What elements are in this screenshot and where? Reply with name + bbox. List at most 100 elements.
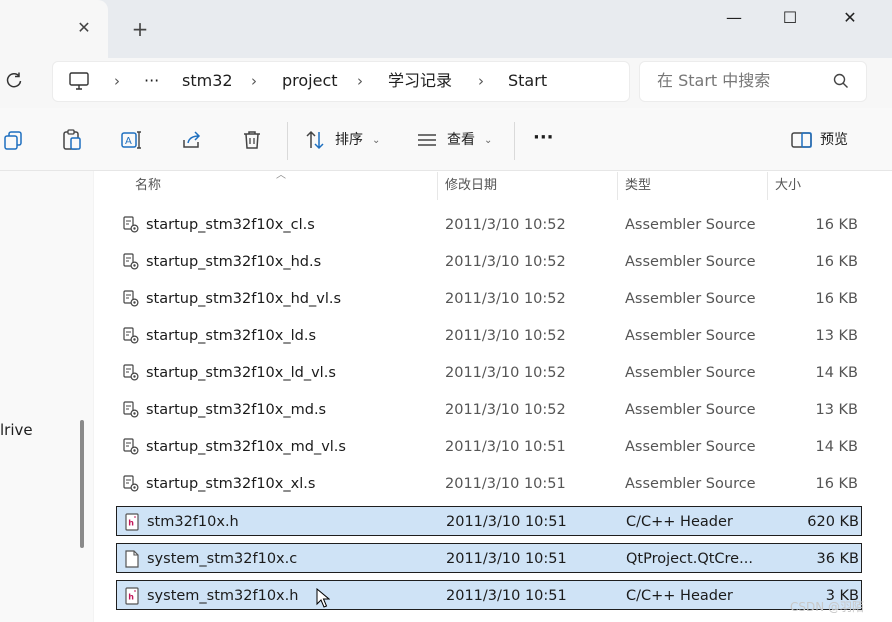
file-date: 2011/3/10 10:51 xyxy=(446,588,567,604)
file-date: 2011/3/10 10:52 xyxy=(445,328,566,344)
file-row[interactable]: startup_stm32f10x_md_vl.s 2011/3/10 10:51… xyxy=(116,432,862,462)
file-size: 16 KB xyxy=(815,254,858,270)
file-type: Assembler Source xyxy=(625,365,756,381)
file-row[interactable]: startup_stm32f10x_ld_vl.s 2011/3/10 10:52… xyxy=(116,358,862,388)
c-file-icon xyxy=(123,550,141,568)
breadcrumb-more[interactable]: ··· xyxy=(144,70,159,92)
breadcrumb-study-notes[interactable]: 学习记录 xyxy=(388,70,452,92)
close-window-button[interactable]: ✕ xyxy=(830,6,870,30)
breadcrumb-separator: › xyxy=(478,72,484,90)
watermark: CSDN @羽陌 xyxy=(790,600,865,614)
column-separator[interactable] xyxy=(437,172,438,200)
file-size: 16 KB xyxy=(815,291,858,307)
file-name: startup_stm32f10x_md.s xyxy=(146,402,327,418)
column-header-name[interactable]: 名称 xyxy=(135,176,161,196)
new-tab-button[interactable]: + xyxy=(128,17,152,41)
computer-icon[interactable] xyxy=(68,70,90,92)
sort-icon[interactable] xyxy=(303,128,327,152)
column-separator[interactable] xyxy=(617,172,618,200)
file-size: 14 KB xyxy=(815,439,858,455)
file-type: Assembler Source xyxy=(625,402,756,418)
file-row[interactable]: startup_stm32f10x_xl.s 2011/3/10 10:51 Ass… xyxy=(116,469,862,499)
file-name: startup_stm32f10x_xl.s xyxy=(146,476,316,492)
breadcrumb-project[interactable]: project xyxy=(282,70,338,92)
navigation-pane xyxy=(0,171,93,622)
file-row[interactable]: startup_stm32f10x_cl.s 2011/3/10 10:52 Ass… xyxy=(116,210,862,240)
file-size: 620 KB xyxy=(807,514,859,530)
nav-item-drive[interactable]: lrive xyxy=(0,420,33,440)
maximize-button[interactable]: ☐ xyxy=(770,6,810,30)
svg-text:h: h xyxy=(128,593,134,602)
copy-icon[interactable] xyxy=(2,128,26,152)
file-row[interactable]: startup_stm32f10x_hd_vl.s 2011/3/10 10:52… xyxy=(116,284,862,314)
assembler-file-icon xyxy=(122,364,140,382)
delete-icon[interactable] xyxy=(240,128,264,152)
file-size: 14 KB xyxy=(815,365,858,381)
sort-button[interactable]: 排序 xyxy=(335,130,363,150)
file-name: system_stm32f10x.c xyxy=(147,551,298,567)
file-row[interactable]: h stm32f10x.h 2011/3/10 10:51 C/C++ Header 6… xyxy=(116,506,862,536)
file-row[interactable]: h system_stm32f10x.h 2011/3/10 10:51 C/C++ … xyxy=(116,580,862,610)
file-size: 13 KB xyxy=(815,402,858,418)
minimize-button[interactable]: — xyxy=(714,6,754,30)
file-name: stm32f10x.h xyxy=(147,514,239,530)
assembler-file-icon xyxy=(122,401,140,419)
chevron-down-icon[interactable]: ⌄ xyxy=(484,131,492,151)
svg-text:h: h xyxy=(128,519,134,528)
paste-icon[interactable] xyxy=(60,128,84,152)
search-icon[interactable] xyxy=(832,72,850,90)
file-name: startup_stm32f10x_hd_vl.s xyxy=(146,291,342,307)
preview-pane-icon[interactable] xyxy=(790,128,814,152)
file-size: 13 KB xyxy=(815,328,858,344)
assembler-file-icon xyxy=(122,216,140,234)
search-placeholder: 在 Start 中搜索 xyxy=(657,71,771,90)
file-name: startup_stm32f10x_md_vl.s xyxy=(146,439,346,455)
header-file-icon: h xyxy=(123,587,141,605)
file-row[interactable]: startup_stm32f10x_hd.s 2011/3/10 10:52 Ass… xyxy=(116,247,862,277)
navigation-scrollbar[interactable] xyxy=(80,420,84,548)
more-options-button[interactable]: ··· xyxy=(533,128,554,148)
share-icon[interactable] xyxy=(180,128,204,152)
column-header-date[interactable]: 修改日期 xyxy=(445,176,497,196)
refresh-icon[interactable] xyxy=(2,70,26,94)
file-date: 2011/3/10 10:51 xyxy=(446,551,567,567)
rename-icon[interactable]: A xyxy=(120,128,144,152)
file-name: startup_stm32f10x_ld.s xyxy=(146,328,317,344)
breadcrumb-start[interactable]: Start xyxy=(508,70,547,92)
breadcrumb-separator: › xyxy=(251,72,257,90)
file-type: Assembler Source xyxy=(625,476,756,492)
assembler-file-icon xyxy=(122,438,140,456)
breadcrumb-separator: › xyxy=(357,72,363,90)
file-type: Assembler Source xyxy=(625,328,756,344)
chevron-down-icon[interactable]: ⌄ xyxy=(372,131,380,151)
file-type: Assembler Source xyxy=(625,291,756,307)
assembler-file-icon xyxy=(122,253,140,271)
file-type: C/C++ Header xyxy=(626,514,733,530)
file-date: 2011/3/10 10:52 xyxy=(445,365,566,381)
view-icon[interactable] xyxy=(415,128,439,152)
file-row[interactable]: startup_stm32f10x_md.s 2011/3/10 10:52 Ass… xyxy=(116,395,862,425)
file-name: startup_stm32f10x_hd.s xyxy=(146,254,322,270)
file-type: C/C++ Header xyxy=(626,588,733,604)
svg-text:A: A xyxy=(125,136,132,147)
assembler-file-icon xyxy=(122,475,140,493)
file-type: Assembler Source xyxy=(625,439,756,455)
file-row[interactable]: startup_stm32f10x_ld.s 2011/3/10 10:52 Ass… xyxy=(116,321,862,351)
tab-close-icon[interactable]: ✕ xyxy=(74,18,94,38)
file-date: 2011/3/10 10:51 xyxy=(446,514,567,530)
view-button[interactable]: 查看 xyxy=(447,130,475,150)
column-separator[interactable] xyxy=(767,172,768,200)
column-header-size[interactable]: 大小 xyxy=(775,176,801,196)
file-date: 2011/3/10 10:52 xyxy=(445,217,566,233)
file-type: Assembler Source xyxy=(625,254,756,270)
file-row[interactable]: system_stm32f10x.c 2011/3/10 10:51 QtProje… xyxy=(116,543,862,573)
preview-button[interactable]: 预览 xyxy=(820,130,848,150)
file-date: 2011/3/10 10:52 xyxy=(445,254,566,270)
file-name: startup_stm32f10x_cl.s xyxy=(146,217,315,233)
breadcrumb-stm32[interactable]: stm32 xyxy=(182,70,233,92)
toolbar-divider xyxy=(287,122,288,160)
file-type: QtProject.QtCre... xyxy=(626,551,753,567)
file-size: 16 KB xyxy=(815,476,858,492)
column-header-type[interactable]: 类型 xyxy=(625,176,651,196)
file-date: 2011/3/10 10:51 xyxy=(445,476,566,492)
